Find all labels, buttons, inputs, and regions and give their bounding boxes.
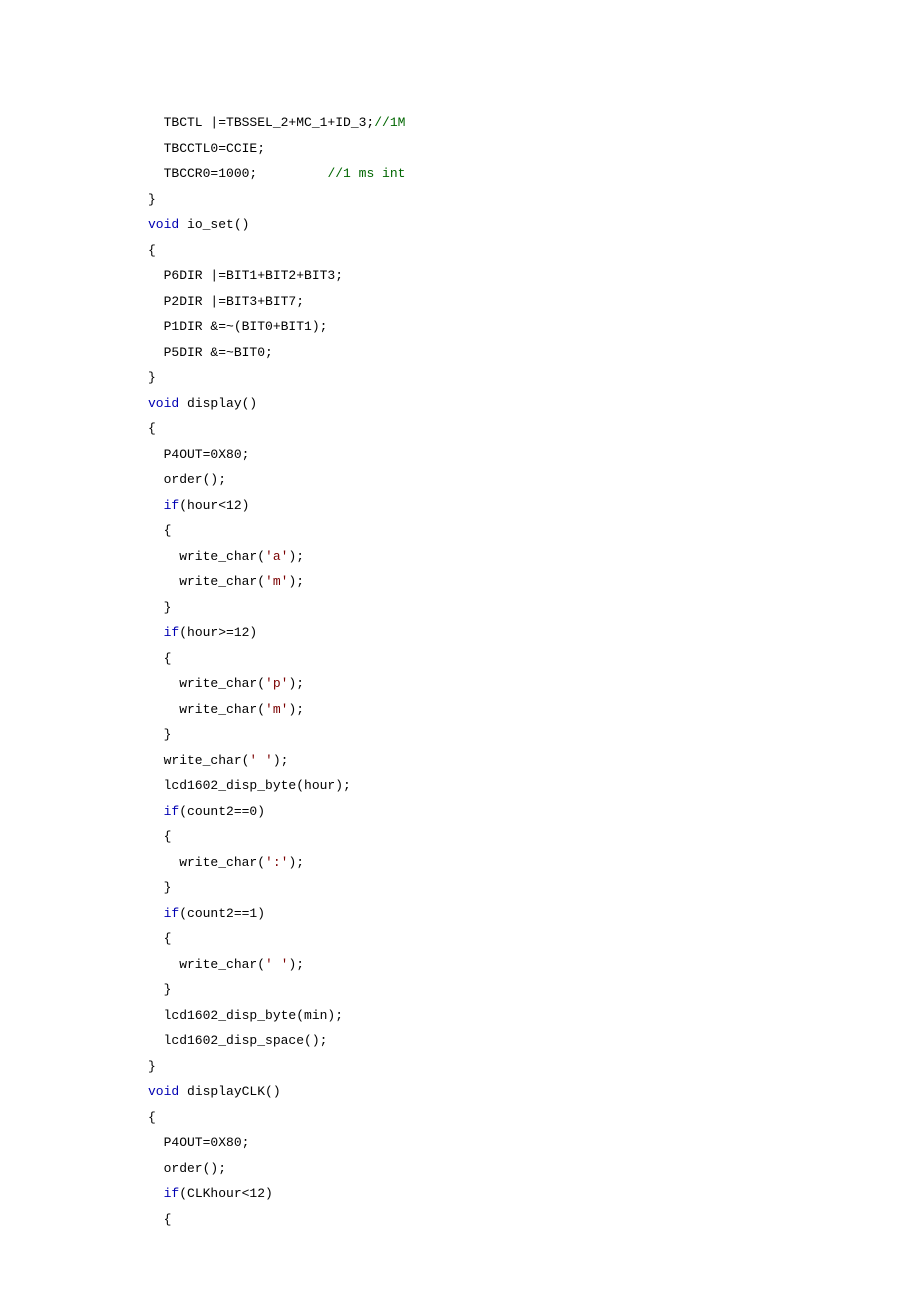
code-text: { [148,1110,156,1125]
code-text: display() [179,396,257,411]
code-block: TBCTL |=TBSSEL_2+MC_1+ID_3;//1M TBCCTL0=… [148,110,920,1232]
code-text: write_char( [148,957,265,972]
code-text: write_char( [148,753,249,768]
code-text: } [148,727,171,742]
code-text: { [148,243,156,258]
code-text: ); [288,957,304,972]
code-text [148,625,164,640]
code-text [148,1186,164,1201]
code-text: } [148,370,156,385]
code-text: } [148,982,171,997]
code-text: { [148,1212,171,1227]
comment: //1 ms int [327,166,405,181]
code-text: (count2==0) [179,804,265,819]
code-text: (hour<12) [179,498,249,513]
code-text: TBCTL |=TBSSEL_2+MC_1+ID_3; [148,115,374,130]
code-text: write_char( [148,574,265,589]
code-text: } [148,1059,156,1074]
keyword: void [148,396,179,411]
code-text: { [148,829,171,844]
code-text: order(); [148,472,226,487]
code-text: ); [288,676,304,691]
code-text: write_char( [148,549,265,564]
code-text: P2DIR |=BIT3+BIT7; [148,294,304,309]
code-text: displayCLK() [179,1084,280,1099]
code-text: P4OUT=0X80; [148,447,249,462]
keyword: if [164,906,180,921]
code-text: lcd1602_disp_byte(min); [148,1008,343,1023]
code-text [148,906,164,921]
string-literal: ' ' [265,957,288,972]
code-text: P5DIR &=~BIT0; [148,345,273,360]
code-text: (CLKhour<12) [179,1186,273,1201]
code-text: P1DIR &=~(BIT0+BIT1); [148,319,327,334]
keyword: if [164,625,180,640]
code-text: TBCCR0=1000; [148,166,327,181]
string-literal: 'm' [265,702,288,717]
code-text: (hour>=12) [179,625,257,640]
code-text: ); [288,549,304,564]
code-text: ); [288,702,304,717]
keyword: void [148,1084,179,1099]
document-page: TBCTL |=TBSSEL_2+MC_1+ID_3;//1M TBCCTL0=… [0,0,920,1302]
code-text: ); [288,574,304,589]
code-text: P6DIR |=BIT1+BIT2+BIT3; [148,268,343,283]
code-text: (count2==1) [179,906,265,921]
code-text: { [148,651,171,666]
code-text: } [148,880,171,895]
code-text: { [148,421,156,436]
code-text: order(); [148,1161,226,1176]
keyword: if [164,1186,180,1201]
keyword: if [164,498,180,513]
code-text [148,804,164,819]
string-literal: ':' [265,855,288,870]
code-text: } [148,192,156,207]
keyword: if [164,804,180,819]
keyword: void [148,217,179,232]
string-literal: 'a' [265,549,288,564]
code-text: { [148,931,171,946]
code-text: TBCCTL0=CCIE; [148,141,265,156]
code-text: } [148,600,171,615]
string-literal: ' ' [249,753,272,768]
code-text: { [148,523,171,538]
comment: //1M [374,115,405,130]
string-literal: 'm' [265,574,288,589]
code-text: lcd1602_disp_space(); [148,1033,327,1048]
code-text: lcd1602_disp_byte(hour); [148,778,351,793]
code-text: write_char( [148,855,265,870]
code-text: io_set() [179,217,249,232]
code-text [148,498,164,513]
code-text: write_char( [148,676,265,691]
code-text: ); [273,753,289,768]
code-text: write_char( [148,702,265,717]
code-text: ); [288,855,304,870]
code-text: P4OUT=0X80; [148,1135,249,1150]
string-literal: 'p' [265,676,288,691]
